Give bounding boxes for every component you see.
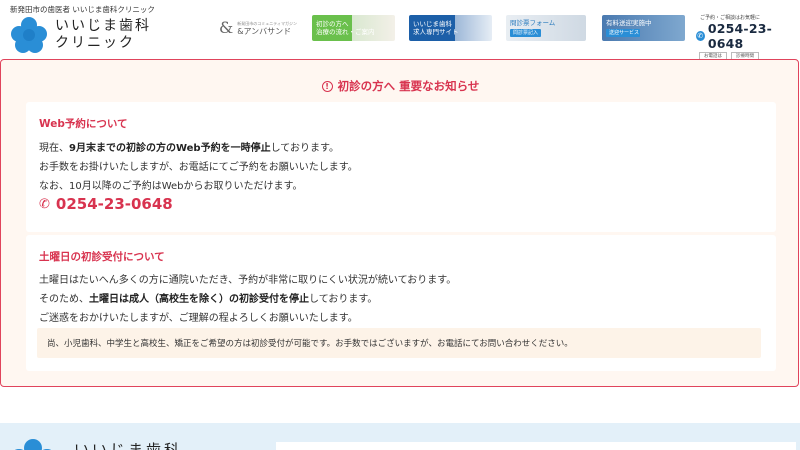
flower-logo-icon bbox=[11, 17, 47, 53]
footer-clinic-name: いいじま歯科 bbox=[74, 441, 183, 450]
phone-icon: ✆ bbox=[39, 196, 50, 212]
web-line1: 現在、9月末までの初診の方のWeb予約を一時停止しております。 bbox=[39, 143, 339, 154]
shuttle-button: 送迎サービス bbox=[606, 29, 640, 37]
logo-line1: いいじま歯科 bbox=[55, 18, 151, 34]
shuttle-title: 有料送迎実施中 bbox=[606, 19, 652, 27]
saturday-line3: ご迷惑をおかけいたしますが、ご理解の程よろしくお願いいたします。 bbox=[39, 313, 358, 324]
questionnaire-button: 問診票記入 bbox=[510, 29, 542, 37]
recruit-title: いいじま歯科 bbox=[413, 20, 452, 28]
first-visit-sub: 治療の流れ・ご案内 bbox=[316, 28, 375, 36]
notice-title: ! 初診の方へ 重要なお知らせ bbox=[1, 78, 800, 94]
first-visit-banner[interactable]: 初診の方へ 治療の流れ・ご案内 bbox=[312, 15, 395, 41]
andfamily-banner[interactable]: & 新発田市のコミュニティマガジン &アンバサンド bbox=[216, 15, 298, 41]
questionnaire-title: 問診票フォーム bbox=[510, 19, 556, 27]
first-visit-title: 初診の方へ bbox=[316, 20, 349, 28]
ampersand-icon: & bbox=[218, 18, 234, 37]
shuttle-banner[interactable]: 有料送迎実施中 送迎サービス bbox=[602, 15, 685, 41]
andfamily-title: &アンバサンド bbox=[237, 27, 292, 36]
saturday-note: 尚、小児歯科、中学生と高校生、矯正をご希望の方は初診受付が可能です。お手数ではご… bbox=[37, 328, 761, 358]
saturday-line1: 土曜日はたいへん多くの方に通院いただき、予約が非常に取りにくい状況が続いておりま… bbox=[39, 275, 457, 286]
phone-caption: ご予約・ご相談はお気軽に bbox=[700, 15, 761, 21]
logo-text: いいじま歯科 クリニック bbox=[55, 18, 151, 52]
footer-section: いいじま歯科 bbox=[0, 423, 800, 450]
web-line3: なお、10月以降のご予約はWebからお取りいただけます。 bbox=[39, 181, 303, 192]
notice-title-text: 初診の方へ 重要なお知らせ bbox=[337, 79, 480, 93]
site-header: 新発田市の歯医者 いいじま歯科クリニック いいじま歯科 クリニック & 新発田市… bbox=[0, 0, 800, 60]
notice-phone-number: 0254-23-0648 bbox=[55, 195, 173, 213]
footer-content-box bbox=[276, 442, 796, 450]
flower-logo-icon bbox=[10, 439, 56, 450]
phone-number[interactable]: ✆ 0254-23-0648 bbox=[696, 21, 796, 51]
phone-number-text: 0254-23-0648 bbox=[707, 21, 773, 51]
clinic-logo[interactable]: いいじま歯科 クリニック bbox=[11, 16, 171, 54]
questionnaire-banner[interactable]: 問診票フォーム 問診票記入 bbox=[506, 15, 586, 41]
recruit-banner[interactable]: いいじま歯科 求人専門サイト bbox=[409, 15, 492, 41]
notice-phone-link[interactable]: ✆ 0254-23-0648 bbox=[39, 195, 173, 213]
logo-line2: クリニック bbox=[55, 35, 135, 51]
phone-icon: ✆ bbox=[696, 31, 705, 41]
saturday-line2: そのため、土曜日は成人（高校生を除く）の初診受付を停止しております。 bbox=[39, 294, 378, 305]
web-reservation-heading: Web予約について bbox=[39, 118, 128, 130]
exclamation-icon: ! bbox=[321, 80, 333, 92]
saturday-reception-card: 土曜日の初診受付について 土曜日はたいへん多くの方に通院いただき、予約が非常に取… bbox=[26, 235, 776, 371]
web-reservation-card: Web予約について 現在、9月末までの初診の方のWeb予約を一時停止しております… bbox=[26, 102, 776, 232]
important-notice-panel: ! 初診の方へ 重要なお知らせ Web予約について 現在、9月末までの初診の方の… bbox=[0, 59, 799, 387]
saturday-heading: 土曜日の初診受付について bbox=[39, 251, 165, 263]
header-phone[interactable]: ご予約・ご相談はお気軽に ✆ 0254-23-0648 お電話は 診療時間 bbox=[696, 14, 796, 60]
web-line2: お手数をお掛けいたしますが、お電話にてご予約をお願いいたします。 bbox=[39, 162, 358, 173]
site-tagline: 新発田市の歯医者 いいじま歯科クリニック bbox=[10, 5, 155, 14]
recruit-sub: 求人専門サイト bbox=[413, 28, 459, 36]
